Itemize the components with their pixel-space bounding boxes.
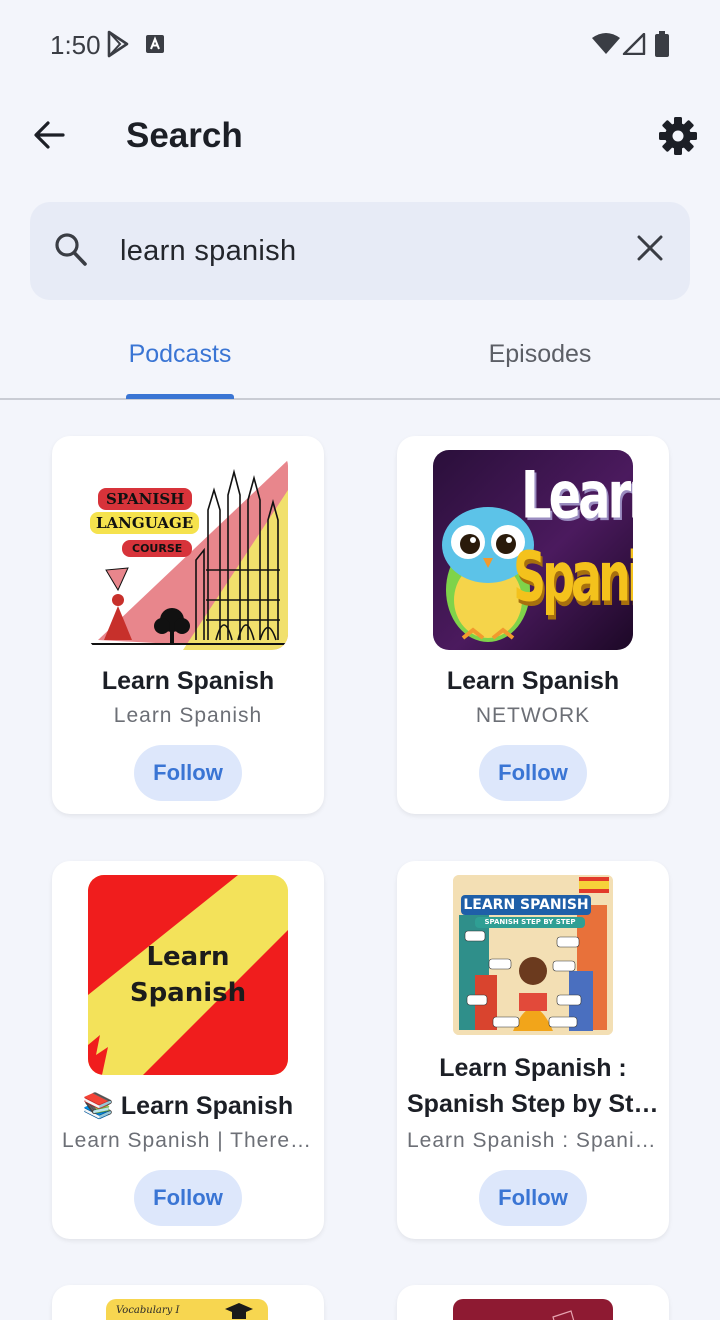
podcast-title: 📚 Learn Spanish <box>82 1092 294 1120</box>
podcast-title-line2: Spanish Step by Step <box>407 1090 659 1118</box>
follow-button[interactable]: Follow <box>479 745 587 801</box>
clear-search-button[interactable] <box>630 230 670 270</box>
podcast-card[interactable]: Learn Spanish Learn Spanish NETWORK Foll… <box>397 436 669 814</box>
tab-podcasts[interactable]: Podcasts <box>0 320 360 398</box>
status-time: 1:50 <box>50 30 101 60</box>
art-text-language: LANGUAGE <box>90 512 200 534</box>
search-bar <box>30 202 690 300</box>
page-title: Search <box>126 116 243 155</box>
accessibility-a-icon <box>146 35 164 58</box>
podcast-card[interactable]: SPANISH LANGUAGE COURSE Learn Spanish Le… <box>52 436 324 814</box>
status-bar: 1:50 <box>0 0 720 88</box>
podcast-artwork <box>453 1299 613 1320</box>
podcast-artwork: LEARN SPANISH SPANISH STEP BY STEP <box>453 875 613 1035</box>
art-text-title: LEARN SPANISH <box>461 895 591 915</box>
podcast-card[interactable]: Learn Spanish 📚 Learn Spanish Learn Span… <box>52 861 324 1239</box>
follow-button[interactable]: Follow <box>134 1170 242 1226</box>
podcast-author: Learn Spanish | Therese Spanish Teacher <box>62 1129 314 1152</box>
tab-episodes[interactable]: Episodes <box>360 320 720 398</box>
follow-button[interactable]: Follow <box>134 745 242 801</box>
art-text-learn: Learn <box>521 458 633 534</box>
podcast-author: Learn Spanish : Spanish Step by Step <box>407 1129 659 1152</box>
podcast-author: Learn Spanish <box>113 704 263 727</box>
back-button[interactable] <box>22 112 76 162</box>
podcast-card[interactable]: LEARN SPANISH SPANISH STEP BY STEP Learn… <box>397 861 669 1239</box>
art-text-vocabulary: Vocabulary I <box>116 1305 180 1316</box>
follow-button[interactable]: Follow <box>479 1170 587 1226</box>
podcast-artwork: Learn Spanish <box>88 875 288 1075</box>
arrow-left-icon <box>33 120 65 155</box>
art-text-course: COURSE <box>122 540 193 557</box>
podcast-artwork: SPANISH LANGUAGE COURSE <box>88 450 288 650</box>
art-text-subtitle: SPANISH STEP BY STEP <box>475 917 585 928</box>
tab-bar: Podcasts Episodes <box>0 320 720 400</box>
search-input[interactable] <box>120 224 600 278</box>
art-text-spanish: Spanish <box>513 536 633 617</box>
close-icon <box>637 235 663 266</box>
app-bar: Search <box>0 88 720 184</box>
podcast-artwork: Vocabulary I <box>106 1299 268 1320</box>
gear-icon <box>659 116 697 160</box>
art-text-learn: Learn <box>146 942 230 972</box>
art-text-spanish: SPANISH <box>98 488 193 510</box>
podcast-title-line1: Learn Spanish : <box>439 1054 627 1082</box>
tab-episodes-label: Episodes <box>488 340 592 368</box>
wifi-icon <box>592 33 620 60</box>
art-text-spanish: Spanish <box>129 978 247 1008</box>
graduation-cap-icon <box>224 1301 254 1320</box>
podcast-card[interactable]: Vocabulary I <box>52 1285 324 1320</box>
podcast-title: Learn Spanish <box>446 667 620 695</box>
podcast-artwork: Learn Spanish <box>433 450 633 650</box>
battery-icon <box>654 31 670 62</box>
tab-podcasts-label: Podcasts <box>128 340 232 368</box>
tab-selected-indicator <box>126 394 234 399</box>
settings-button[interactable] <box>652 112 704 164</box>
podcast-card[interactable] <box>397 1285 669 1320</box>
podcast-title: Learn Spanish <box>101 667 275 695</box>
cell-signal-icon <box>622 32 646 60</box>
play-store-icon <box>106 30 130 63</box>
search-icon <box>54 232 88 273</box>
podcast-author: NETWORK <box>475 704 591 727</box>
